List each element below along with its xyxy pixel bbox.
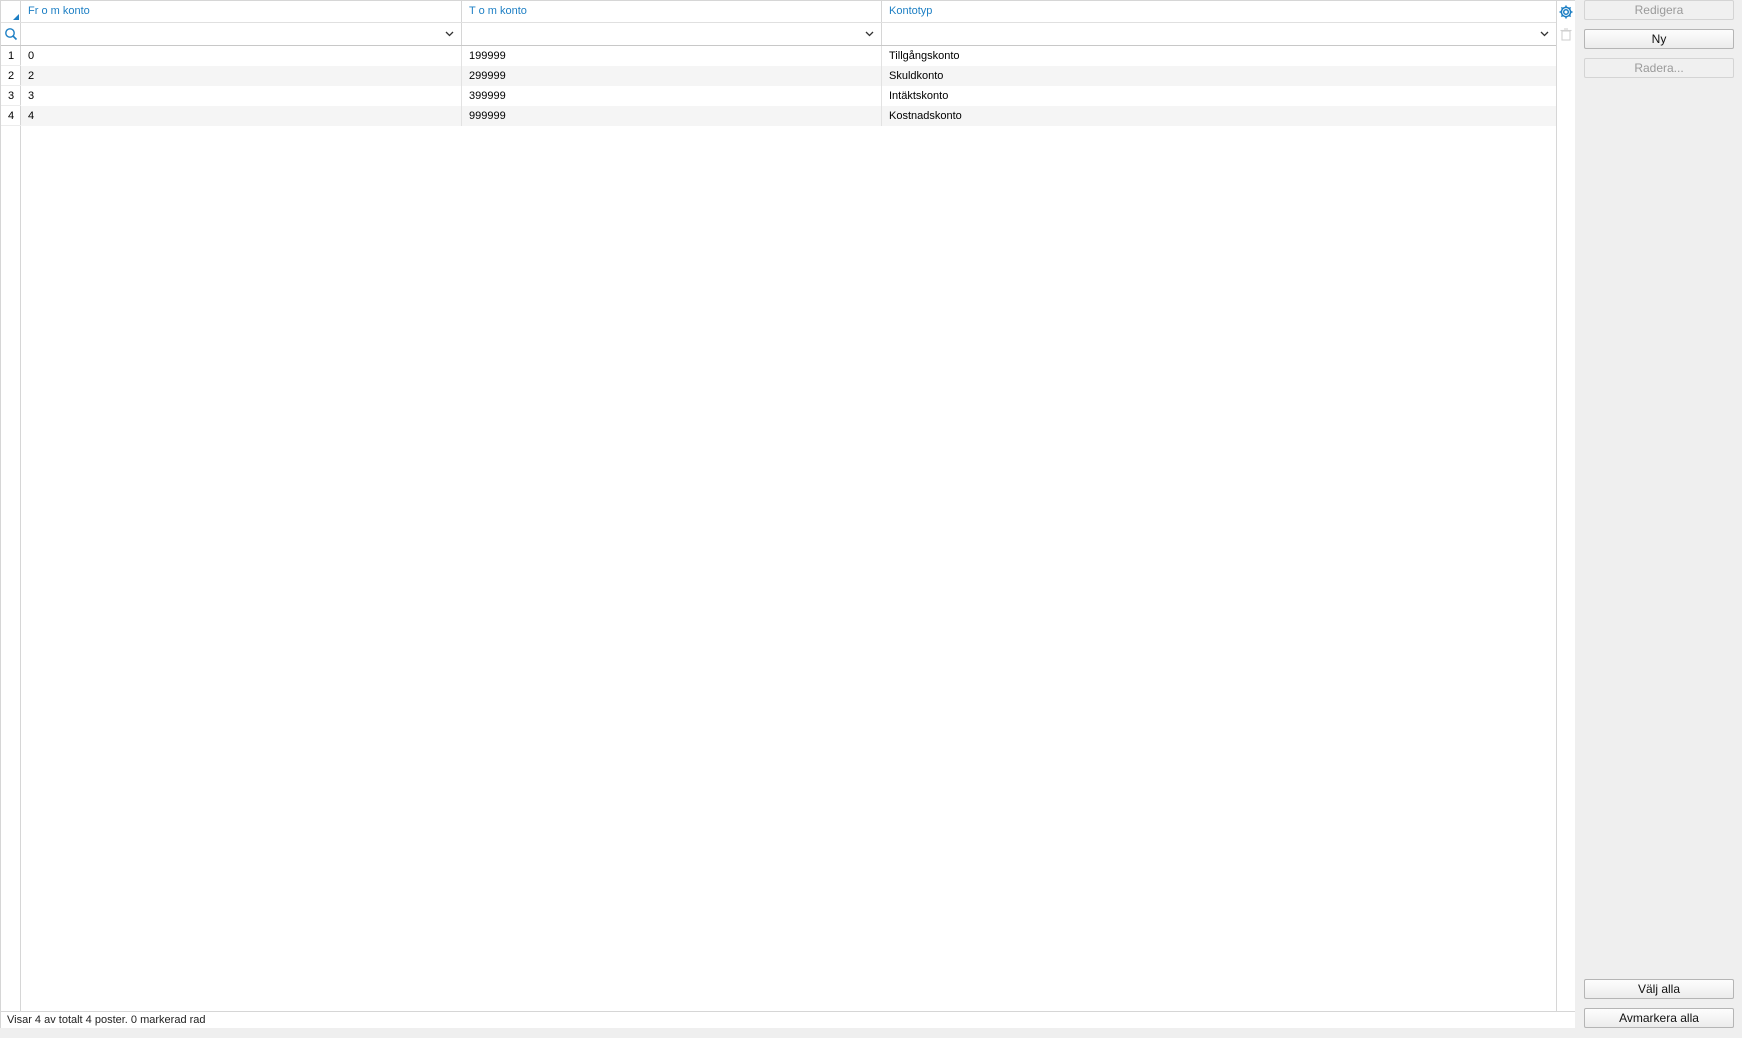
- filter-to-account[interactable]: [462, 23, 882, 45]
- cell-from-account[interactable]: 0: [21, 46, 462, 66]
- row-number[interactable]: 3: [1, 86, 21, 106]
- new-button[interactable]: Ny: [1584, 29, 1734, 49]
- row-number[interactable]: 4: [1, 106, 21, 126]
- cell-to-account[interactable]: 999999: [462, 106, 882, 126]
- action-panel: [1575, 0, 1742, 1038]
- delete-button[interactable]: Radera...: [1584, 58, 1734, 78]
- row-number-column: [1, 1, 21, 1011]
- sort-corner-icon: [13, 14, 19, 20]
- cell-account-type[interactable]: Intäktskonto: [882, 86, 1557, 106]
- cell-account-type[interactable]: Tillgångskonto: [882, 46, 1557, 66]
- table-row[interactable]: 2 299999 Skuldkonto: [21, 66, 1557, 86]
- column-header-to-account[interactable]: T o m konto: [462, 1, 882, 22]
- settings-gear-icon[interactable]: [1557, 3, 1575, 21]
- column-header-row: Fr o m konto T o m konto Kontotyp: [21, 1, 1576, 23]
- cell-from-account[interactable]: 3: [21, 86, 462, 106]
- select-all-corner[interactable]: [1, 1, 21, 23]
- cell-to-account[interactable]: 299999: [462, 66, 882, 86]
- grid-right-gutter: [1556, 1, 1575, 1011]
- filter-from-account[interactable]: [21, 23, 462, 45]
- chevron-down-icon[interactable]: [1539, 28, 1550, 39]
- trash-icon[interactable]: [1559, 27, 1573, 41]
- filter-account-type[interactable]: [882, 23, 1557, 45]
- status-bar: Visar 4 av totalt 4 poster. 0 markerad r…: [1, 1011, 1576, 1029]
- chevron-down-icon[interactable]: [444, 28, 455, 39]
- deselect-all-button[interactable]: Avmarkera alla: [1584, 1008, 1734, 1028]
- select-all-button[interactable]: Välj alla: [1584, 979, 1734, 999]
- table-row[interactable]: 3 399999 Intäktskonto: [21, 86, 1557, 106]
- cell-account-type[interactable]: Kostnadskonto: [882, 106, 1557, 126]
- table-row[interactable]: 0 199999 Tillgångskonto: [21, 46, 1557, 66]
- column-header-account-type[interactable]: Kontotyp: [882, 1, 1557, 22]
- search-icon: [5, 28, 18, 41]
- row-number[interactable]: 1: [1, 46, 21, 66]
- row-number[interactable]: 2: [1, 66, 21, 86]
- filter-search-cell: [1, 23, 21, 46]
- cell-from-account[interactable]: 2: [21, 66, 462, 86]
- cell-account-type[interactable]: Skuldkonto: [882, 66, 1557, 86]
- cell-to-account[interactable]: 399999: [462, 86, 882, 106]
- column-header-from-account[interactable]: Fr o m konto: [21, 1, 462, 22]
- account-range-grid: Fr o m konto T o m konto Kontotyp 1 2 3 …: [0, 0, 1576, 1029]
- chevron-down-icon[interactable]: [864, 28, 875, 39]
- cell-from-account[interactable]: 4: [21, 106, 462, 126]
- bottom-strip: [0, 1028, 1575, 1038]
- filter-row: [21, 23, 1576, 46]
- table-row[interactable]: 4 999999 Kostnadskonto: [21, 106, 1557, 126]
- cell-to-account[interactable]: 199999: [462, 46, 882, 66]
- edit-button[interactable]: Redigera: [1584, 0, 1734, 20]
